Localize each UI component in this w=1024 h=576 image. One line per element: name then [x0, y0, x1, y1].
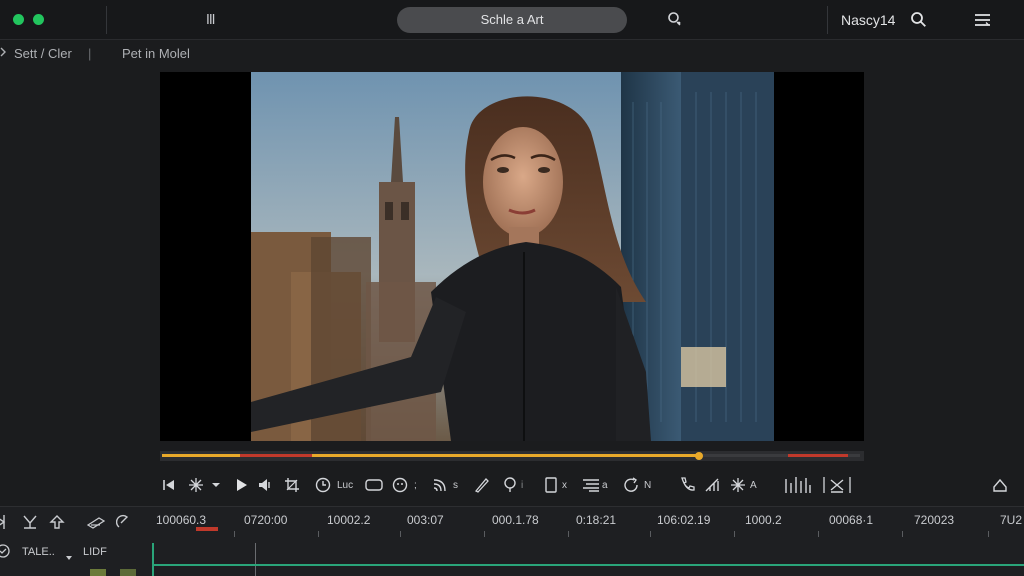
- ruler-tick: [400, 531, 401, 537]
- video-viewer[interactable]: [160, 72, 864, 441]
- rotate-suffix-label: N: [644, 479, 652, 491]
- waveform-icon[interactable]: [704, 476, 720, 494]
- track-line: [153, 564, 1024, 566]
- playback-progress-bar[interactable]: [160, 451, 864, 461]
- breadcrumb-separator: |: [88, 46, 92, 61]
- playhead-line[interactable]: [152, 543, 154, 576]
- divider: [106, 6, 107, 34]
- frame-icon[interactable]: x: [544, 476, 567, 494]
- signal-suffix-label: s: [453, 479, 458, 491]
- marker-suffix-label: i: [521, 479, 524, 491]
- rotate-icon[interactable]: N: [622, 476, 651, 494]
- sparkle-icon[interactable]: [188, 476, 204, 494]
- playback-toolbar: Luc ; s i x a N A: [0, 470, 1024, 500]
- track-toggle-icon[interactable]: [0, 544, 10, 563]
- timecode: 0720:00: [244, 513, 288, 527]
- timecode: 10002.2: [327, 513, 371, 527]
- effects-suffix-label: A: [750, 479, 757, 491]
- timecode: 1000.2: [745, 513, 782, 527]
- frame-suffix-label: x: [562, 479, 567, 491]
- align-icon[interactable]: a: [582, 476, 608, 494]
- pen-icon[interactable]: [474, 476, 490, 494]
- breadcrumb-model[interactable]: Pet in Molel: [122, 46, 190, 61]
- bracket-icon[interactable]: [0, 514, 8, 535]
- play-icon[interactable]: [236, 476, 248, 494]
- progress-marker-segment: [240, 454, 312, 457]
- volume-icon[interactable]: [258, 476, 274, 494]
- emoji-icon[interactable]: ;: [392, 476, 417, 494]
- timecode: 000.1.78: [492, 513, 539, 527]
- ruler-tick: [902, 531, 903, 537]
- crop-icon[interactable]: [284, 476, 300, 494]
- project-title-pill[interactable]: Schle a Art: [397, 7, 627, 33]
- emoji-suffix-label: ;: [414, 479, 417, 491]
- timeline-panel: 100060.3 0720:00 10002.2 003:07 000.1.78…: [0, 506, 1024, 576]
- razor-icon[interactable]: [86, 515, 106, 534]
- effects-icon[interactable]: A: [730, 476, 757, 494]
- audio-meter-icon[interactable]: [784, 476, 812, 494]
- ruler-tick: [234, 531, 235, 537]
- track-name-label[interactable]: TALE..: [22, 546, 55, 558]
- breadcrumb-chevron-icon[interactable]: [0, 46, 10, 61]
- user-name[interactable]: Nascy14: [841, 12, 895, 28]
- clock-icon[interactable]: Luc: [315, 476, 353, 494]
- rectangle-icon[interactable]: [365, 476, 383, 494]
- arrow-up-icon[interactable]: [49, 514, 65, 535]
- dropdown-chevron-icon[interactable]: [211, 476, 221, 494]
- panel-grip-icon[interactable]: III: [206, 13, 215, 28]
- cut-line: [255, 543, 256, 576]
- track-dropdown-icon[interactable]: [65, 548, 73, 566]
- clip-thumbnail[interactable]: [90, 569, 106, 576]
- align-suffix-label: a: [602, 479, 608, 491]
- lut-label: Luc: [337, 479, 354, 491]
- snap-icon[interactable]: [115, 514, 132, 535]
- ruler-tick: [734, 531, 735, 537]
- ruler-tick: [650, 531, 651, 537]
- close-clip-icon[interactable]: [822, 476, 852, 494]
- timeline-ruler[interactable]: 100060.3 0720:00 10002.2 003:07 000.1.78…: [150, 507, 1024, 539]
- window-dot-green-1[interactable]: [13, 14, 24, 25]
- timecode: 0:18:21: [576, 513, 617, 527]
- ruler-tick: [568, 531, 569, 537]
- breadcrumb-path[interactable]: Sett / Cler: [14, 46, 72, 61]
- timecode: 7U2: [1000, 513, 1023, 527]
- window-dot-green-2[interactable]: [33, 14, 44, 25]
- title-bar: III Schle a Art Nascy14: [0, 0, 1024, 40]
- video-frame-image: [251, 72, 774, 441]
- ruler-tick: [988, 531, 989, 537]
- timecode: 00068·1: [829, 513, 874, 527]
- timecode: 106:02.19: [657, 513, 711, 527]
- marker-icon[interactable]: i: [503, 476, 523, 494]
- signal-icon[interactable]: s: [432, 476, 458, 494]
- export-icon[interactable]: [992, 476, 1008, 494]
- progress-handle[interactable]: [695, 452, 703, 460]
- search-icon[interactable]: [910, 11, 927, 33]
- timecode: 100060.3: [156, 513, 207, 527]
- progress-marker-segment: [788, 454, 848, 457]
- project-title: Schle a Art: [480, 12, 544, 27]
- ruler-tick: [484, 531, 485, 537]
- select-tool-icon[interactable]: [22, 514, 38, 535]
- ruler-tick: [318, 531, 319, 537]
- in-point-marker[interactable]: [196, 527, 218, 531]
- timecode: 003:07: [407, 513, 444, 527]
- settings-search-icon[interactable]: [667, 11, 683, 32]
- skip-back-icon[interactable]: [162, 476, 176, 494]
- track-type-label: LIDF: [83, 546, 107, 558]
- timecode: 720023: [914, 513, 955, 527]
- phone-icon[interactable]: [679, 476, 695, 494]
- clip-thumbnail[interactable]: [120, 569, 136, 576]
- ruler-tick: [818, 531, 819, 537]
- menu-icon[interactable]: [974, 13, 991, 32]
- divider: [827, 6, 828, 34]
- video-track-row[interactable]: TALE.. LIDF: [0, 543, 1024, 576]
